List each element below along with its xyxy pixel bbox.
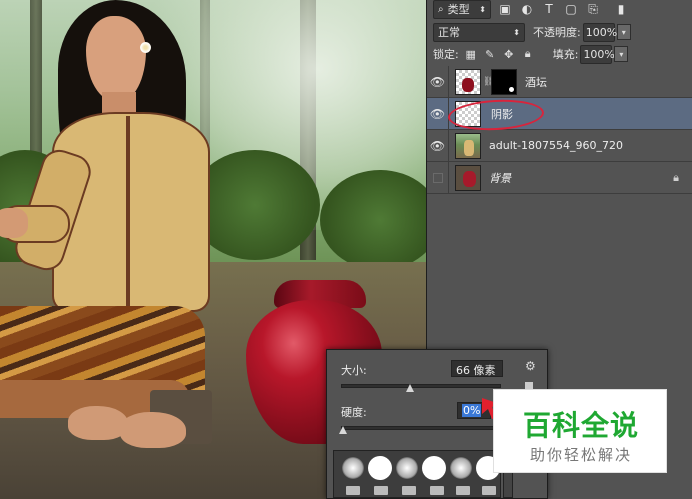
opacity-label: 不透明度: [533,26,581,39]
eye-icon[interactable]: 👁︎ [427,97,449,130]
brush-preset[interactable] [368,456,392,480]
watermark-title: 百科全说 [522,409,639,442]
eye-icon[interactable]: 👁︎ [427,65,449,98]
watermark-badge: 百科全说 助你轻松解决 [493,389,667,473]
chevron-updown-icon: ⬍ [513,27,520,37]
lock-all-icon[interactable]: 🔒︎ [521,47,535,61]
layer-name: 酒坛 [525,75,547,89]
brush-preset[interactable] [396,457,418,479]
visibility-toggle[interactable] [427,161,449,194]
watermark-subtitle: 助你轻松解决 [529,446,632,464]
size-input[interactable]: 66 像素 [451,360,503,377]
layer-row-jar[interactable]: 👁︎ ⛓ 酒坛 [427,65,692,98]
layer-thumbnail [455,68,481,95]
brush-preset-mini[interactable] [374,486,388,495]
fill-label: 填充: [552,48,579,61]
layer-name: adult-1807554_960_720 [489,139,624,152]
shape-filter-icon[interactable]: ▢ [563,1,579,17]
opacity-input[interactable]: 100% [582,22,617,42]
type-filter-icon[interactable]: T [541,1,557,17]
hardness-slider[interactable] [341,426,501,430]
layer-filter-select[interactable]: ⌕ 类型 ⬍ [433,0,491,19]
size-slider-thumb[interactable] [405,384,414,392]
brush-preset-mini[interactable] [346,486,360,495]
layer-name: 背景 [489,171,511,185]
woman-foot [68,406,128,440]
blend-mode-select[interactable]: 正常 ⬍ [433,22,525,42]
layer-mask-thumbnail[interactable] [491,68,517,95]
fill-dropdown-icon[interactable]: ▾ [614,46,629,62]
opacity-dropdown-icon[interactable]: ▾ [616,24,631,40]
lock-position-icon[interactable]: ✥ [502,47,516,61]
brush-presets-list[interactable] [333,450,501,498]
filter-toggle-icon[interactable]: ▮ [613,1,629,17]
link-icon[interactable]: ⛓ [483,77,494,87]
brush-preset[interactable] [342,457,364,479]
brush-preset-mini[interactable] [456,486,470,495]
eye-icon[interactable]: 👁︎ [427,129,449,162]
layer-row-photo[interactable]: 👁︎ adult-1807554_960_720 [427,129,692,162]
layer-row-background[interactable]: 背景 🔒︎ [427,161,692,194]
smart-object-filter-icon[interactable]: ⎘ [585,1,601,17]
size-slider[interactable] [341,384,501,388]
woman-foot [120,412,186,448]
layer-thumbnail [455,132,481,159]
hair-flower [140,42,151,53]
brush-preset[interactable] [450,457,472,479]
bush [320,170,426,270]
brush-preset[interactable] [422,456,446,480]
lock-transparent-icon[interactable]: ▦ [464,47,478,61]
chevron-updown-icon: ⬍ [479,4,486,14]
lock-icon: 🔒︎ [673,171,679,184]
lock-pixels-icon[interactable]: ✎ [483,47,497,61]
layers-list: 👁︎ ⛓ 酒坛 👁︎ 阴影 👁︎ adult-1807554_960_720 背… [427,65,692,194]
jacket-placket [126,116,130,308]
gear-icon[interactable]: ⚙ [525,359,536,373]
fill-input[interactable]: 100% [580,44,615,64]
hardness-slider-thumb[interactable] [339,426,347,434]
search-icon: ⌕ [438,3,444,15]
brush-preset-mini[interactable] [482,486,496,495]
brush-preset-mini[interactable] [402,486,416,495]
adjustment-filter-icon[interactable]: ◐ [519,1,535,17]
woman-hand [0,208,28,238]
hardness-label: 硬度: [341,406,367,419]
layer-thumbnail [455,164,481,191]
image-filter-icon[interactable]: ▣ [497,1,513,17]
size-label: 大小: [341,364,367,377]
brush-preset-mini[interactable] [430,486,444,495]
lock-label: 锁定: [433,48,459,61]
